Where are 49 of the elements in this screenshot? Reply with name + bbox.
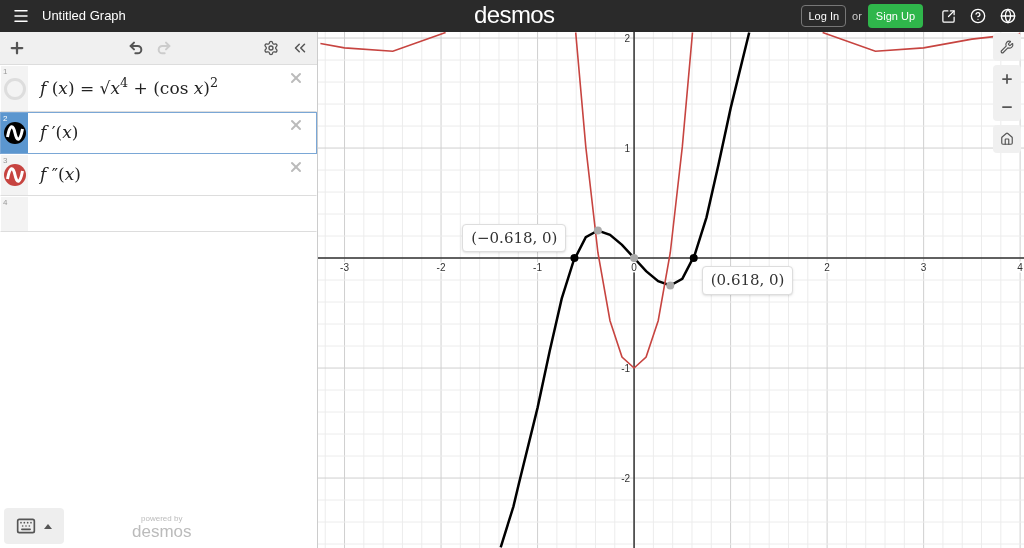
help-icon[interactable] <box>970 8 986 24</box>
plus-icon <box>1000 72 1014 86</box>
graph-title: Untitled Graph <box>42 7 126 26</box>
math-expression[interactable]: f ″(x) <box>40 162 81 188</box>
x-tick-label: -1 <box>533 262 542 274</box>
row-number: 3 <box>3 155 8 167</box>
caret-up-icon <box>44 523 52 529</box>
row-number: 2 <box>3 113 8 125</box>
expression-row[interactable]: 3 f ″(x) <box>0 154 317 196</box>
x-tick-label: -3 <box>340 262 349 274</box>
wave-icon[interactable] <box>3 122 26 144</box>
keyboard-icon <box>16 516 36 536</box>
point-marker[interactable] <box>593 226 602 235</box>
login-button[interactable]: Log In <box>801 4 847 28</box>
point-marker[interactable] <box>630 254 639 263</box>
point-label: (−0.618, 0) <box>462 223 567 253</box>
expression-row[interactable]: 1 f (x) = √x$^{4}$ + (cos x)$^{2}$ <box>0 65 317 112</box>
x-tick-label: 2 <box>824 262 830 274</box>
y-tick-label: 2 <box>624 33 631 45</box>
math-expression[interactable]: f ′(x) <box>40 120 79 146</box>
globe-icon[interactable] <box>1000 8 1016 24</box>
brand-logo: desmos <box>132 523 192 540</box>
y-tick-label: 1 <box>624 143 631 155</box>
row-number: 4 <box>3 197 8 209</box>
or-text: or <box>852 8 862 24</box>
point-marker[interactable] <box>570 254 579 263</box>
point-marker[interactable] <box>666 281 675 290</box>
wrench-button[interactable] <box>993 33 1021 61</box>
x-tick-label: 3 <box>920 262 927 274</box>
y-tick-label: -1 <box>621 363 631 375</box>
undo-button[interactable] <box>128 40 144 56</box>
settings-icon[interactable] <box>263 40 279 56</box>
logo: desmos <box>474 0 555 30</box>
x-tick-label: -2 <box>436 262 446 274</box>
wrench-icon <box>1000 40 1014 54</box>
point-label: (0.618, 0) <box>701 266 794 295</box>
home-button[interactable] <box>993 125 1021 153</box>
y-tick-label: -2 <box>621 473 631 485</box>
keyboard-button[interactable] <box>4 508 64 544</box>
home-icon <box>1000 132 1014 146</box>
row-number: 1 <box>3 66 8 78</box>
menu-icon <box>12 7 30 25</box>
x-tick-label: 4 <box>1017 262 1023 274</box>
add-button[interactable] <box>8 39 26 57</box>
expression-row[interactable]: 2 f ′(x) <box>0 112 317 154</box>
powered-by-text: powered by <box>141 515 183 523</box>
share-icon[interactable] <box>941 8 956 24</box>
point-marker[interactable] <box>689 254 698 263</box>
math-expression[interactable]: f (x) = √x$^{4}$ + (cos x)$^{2}$ <box>40 75 219 102</box>
